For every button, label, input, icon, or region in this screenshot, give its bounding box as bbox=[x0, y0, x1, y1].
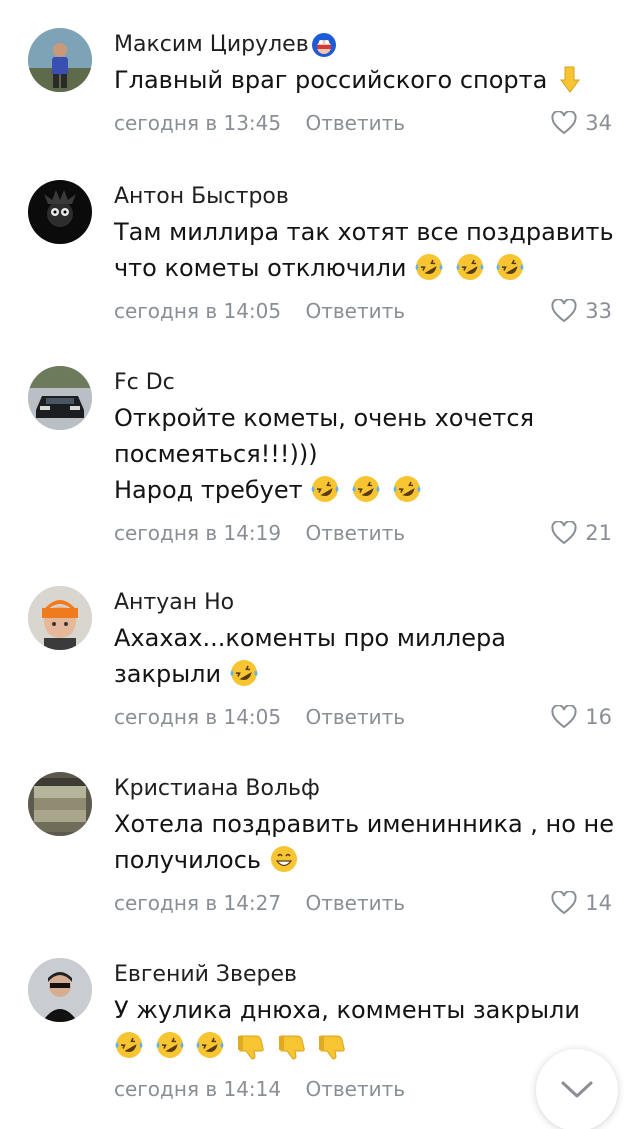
avatar[interactable] bbox=[28, 958, 92, 1022]
point-down-icon bbox=[555, 64, 585, 94]
rofl-icon bbox=[455, 252, 485, 282]
like-count: 21 bbox=[585, 521, 612, 545]
comment-author[interactable]: Евгений Зверев bbox=[114, 960, 297, 990]
rofl-icon bbox=[392, 474, 422, 504]
like-count: 34 bbox=[585, 111, 612, 135]
reply-button[interactable]: Ответить bbox=[305, 299, 405, 323]
heart-icon bbox=[551, 891, 577, 915]
rofl-icon bbox=[310, 474, 340, 504]
like-count: 33 bbox=[585, 299, 612, 323]
comment-text-line: Ахахах...коменты про миллера bbox=[114, 624, 506, 652]
emoji-row bbox=[114, 1028, 616, 1064]
comment-time: сегодня в 13:45 bbox=[114, 111, 282, 135]
comment-text-line: Народ требует bbox=[114, 476, 303, 504]
heart-icon bbox=[551, 299, 577, 323]
heart-icon bbox=[551, 705, 577, 729]
heart-icon bbox=[551, 521, 577, 545]
comment-time: сегодня в 14:27 bbox=[114, 891, 282, 915]
comment-meta: сегодня в 14:19 Ответить 21 bbox=[114, 518, 616, 548]
like-button[interactable]: 16 bbox=[551, 702, 612, 732]
rofl-icon bbox=[155, 1030, 185, 1060]
comment-author[interactable]: Fc Dc bbox=[114, 368, 175, 398]
like-button[interactable]: 33 bbox=[551, 296, 612, 326]
comment-time: сегодня в 14:19 bbox=[114, 521, 282, 545]
comment-meta: сегодня в 14:05 Ответить 16 bbox=[114, 702, 616, 732]
scroll-down-button[interactable] bbox=[536, 1049, 618, 1129]
avatar[interactable] bbox=[28, 586, 92, 650]
rofl-icon bbox=[495, 252, 525, 282]
like-button[interactable]: 34 bbox=[551, 108, 612, 138]
avatar[interactable] bbox=[28, 180, 92, 244]
comment-text-line: У жулика днюха, комменты закрыли bbox=[114, 996, 580, 1024]
comment-meta: сегодня в 13:45 Ответить 34 bbox=[114, 108, 616, 138]
like-button[interactable]: 14 bbox=[551, 888, 612, 918]
avatar[interactable] bbox=[28, 28, 92, 92]
reply-button[interactable]: Ответить bbox=[305, 111, 405, 135]
comment-text-line: что кометы отключили bbox=[114, 254, 407, 282]
comment-text-line: Главный враг российского спорта bbox=[114, 66, 548, 94]
like-count: 16 bbox=[585, 705, 612, 729]
rofl-icon bbox=[114, 1030, 144, 1060]
comment-text: Там миллира так хотят все поздравить что… bbox=[114, 214, 616, 286]
rofl-icon bbox=[351, 474, 381, 504]
avatar[interactable] bbox=[28, 366, 92, 430]
comment-text-line: Хотела поздравить именинника , но не bbox=[114, 810, 615, 838]
rofl-icon bbox=[229, 658, 259, 688]
like-button[interactable]: 21 bbox=[551, 518, 612, 548]
thumbs-down-icon bbox=[236, 1030, 266, 1060]
thumbs-down-icon bbox=[277, 1030, 307, 1060]
heart-icon bbox=[551, 111, 577, 135]
comment-meta: сегодня в 14:05 Ответить 33 bbox=[114, 296, 616, 326]
like-count: 14 bbox=[585, 891, 612, 915]
comment-text-line: получилось bbox=[114, 846, 262, 874]
grin-icon bbox=[269, 844, 299, 874]
thumbs-down-icon bbox=[317, 1030, 347, 1060]
comment-time: сегодня в 14:05 bbox=[114, 705, 282, 729]
sticker-badge-icon bbox=[311, 32, 337, 58]
comment-text: Хотела поздравить именинника , но не пол… bbox=[114, 806, 616, 878]
comment-author[interactable]: Антуан Но bbox=[114, 588, 234, 618]
comment-author[interactable]: Антон Быстров bbox=[114, 182, 289, 212]
comment-text-line: закрыли bbox=[114, 660, 222, 688]
chevron-down-icon bbox=[560, 1079, 594, 1101]
comment-author[interactable]: Кристиана Вольф bbox=[114, 774, 320, 804]
rofl-icon bbox=[195, 1030, 225, 1060]
reply-button[interactable]: Ответить bbox=[305, 891, 405, 915]
rofl-icon bbox=[414, 252, 444, 282]
comment-text-line: Откройте кометы, очень хочется bbox=[114, 404, 535, 432]
comment-meta: сегодня в 14:27 Ответить 14 bbox=[114, 888, 616, 918]
comment-text-line: Там миллира так хотят все поздравить bbox=[114, 218, 614, 246]
comment-text: Откройте кометы, очень хочется посмеятьс… bbox=[114, 400, 616, 508]
comment-text: Ахахах...коменты про миллера закрыли bbox=[114, 620, 616, 692]
comment-author[interactable]: Максим Цирулев bbox=[114, 30, 309, 60]
comment-time: сегодня в 14:05 bbox=[114, 299, 282, 323]
comment-text: У жулика днюха, комменты закрыли bbox=[114, 992, 616, 1064]
comment-text: Главный враг российского спорта bbox=[114, 62, 616, 98]
reply-button[interactable]: Ответить bbox=[305, 521, 405, 545]
comment-text-line: посмеяться!!!))) bbox=[114, 440, 318, 468]
avatar[interactable] bbox=[28, 772, 92, 836]
comment-time: сегодня в 14:14 bbox=[114, 1077, 282, 1101]
reply-button[interactable]: Ответить bbox=[305, 705, 405, 729]
reply-button[interactable]: Ответить bbox=[305, 1077, 405, 1101]
